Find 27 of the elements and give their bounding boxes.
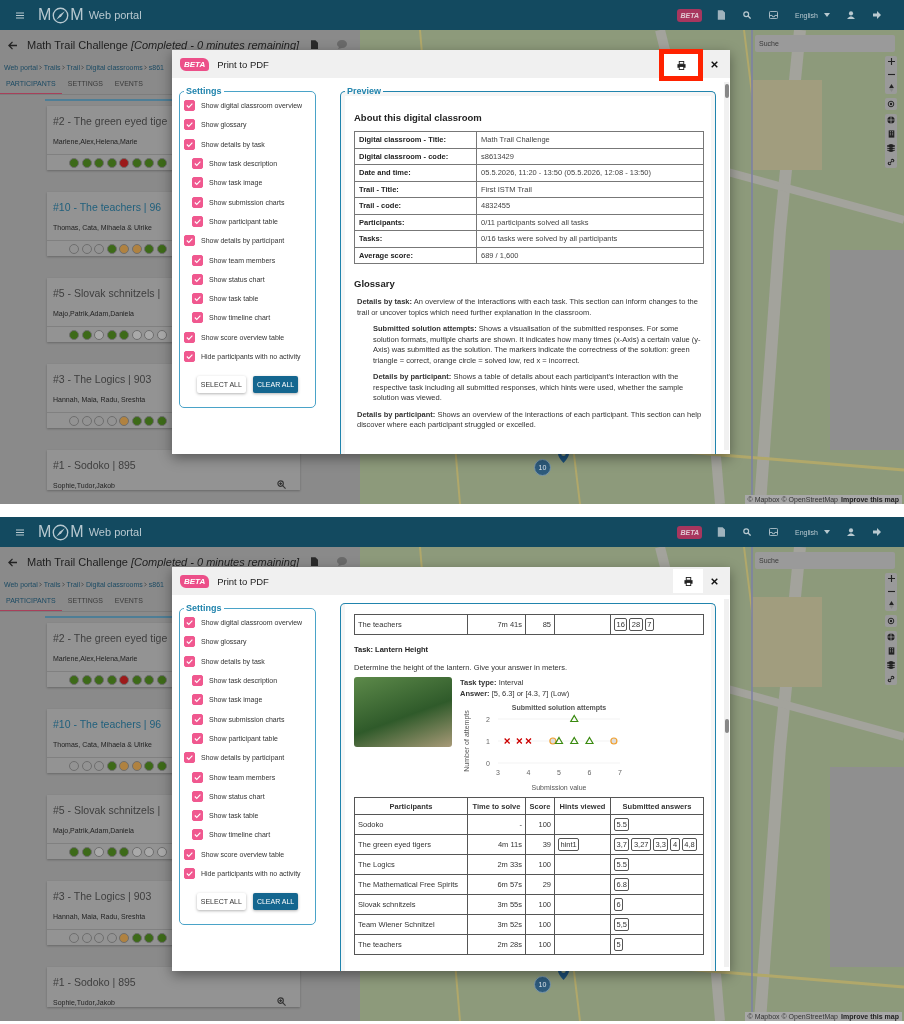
team-title: #1 - Sodoko | 895 <box>53 975 136 989</box>
section-heading: Glossary <box>354 278 396 289</box>
app-name: Web portal <box>88 9 142 21</box>
app-name: Web portal <box>88 526 142 538</box>
page-title: Math Trail Challenge [Completed - 0 minutes remaining] <box>27 39 300 51</box>
team-title: #5 - Slovak schnitzels | <box>53 286 161 300</box>
beta-badge: BETA <box>180 57 210 71</box>
beta-badge: BETA <box>180 574 210 588</box>
team-title: #5 - Slovak schnitzels | <box>53 803 161 817</box>
logo-letter: M <box>70 523 84 541</box>
team-title: #2 - The green eyed tige <box>53 114 168 128</box>
team-title: #10 - The teachers | 96 <box>53 717 162 731</box>
page-title: Math Trail Challenge [Completed - 0 minutes remaining] <box>27 556 300 568</box>
team-title: #3 - The Logics | 903 <box>53 889 152 903</box>
team-title: #1 - Sodoko | 895 <box>53 458 136 472</box>
logo-letter: M <box>70 6 84 24</box>
dialog-title: Print to PDF <box>217 575 269 587</box>
logo-letter: M <box>38 6 52 24</box>
team-title: #3 - The Logics | 903 <box>53 372 152 386</box>
section-heading: About this digital classroom <box>354 112 483 123</box>
dialog-title: Print to PDF <box>217 58 269 70</box>
preview-legend: Preview <box>345 87 384 96</box>
settings-legend: Settings <box>184 86 224 96</box>
team-title: #2 - The green eyed tige <box>53 631 168 645</box>
logo-letter: M <box>38 523 52 541</box>
team-title: #10 - The teachers | 96 <box>53 200 162 214</box>
settings-legend: Settings <box>184 603 224 613</box>
